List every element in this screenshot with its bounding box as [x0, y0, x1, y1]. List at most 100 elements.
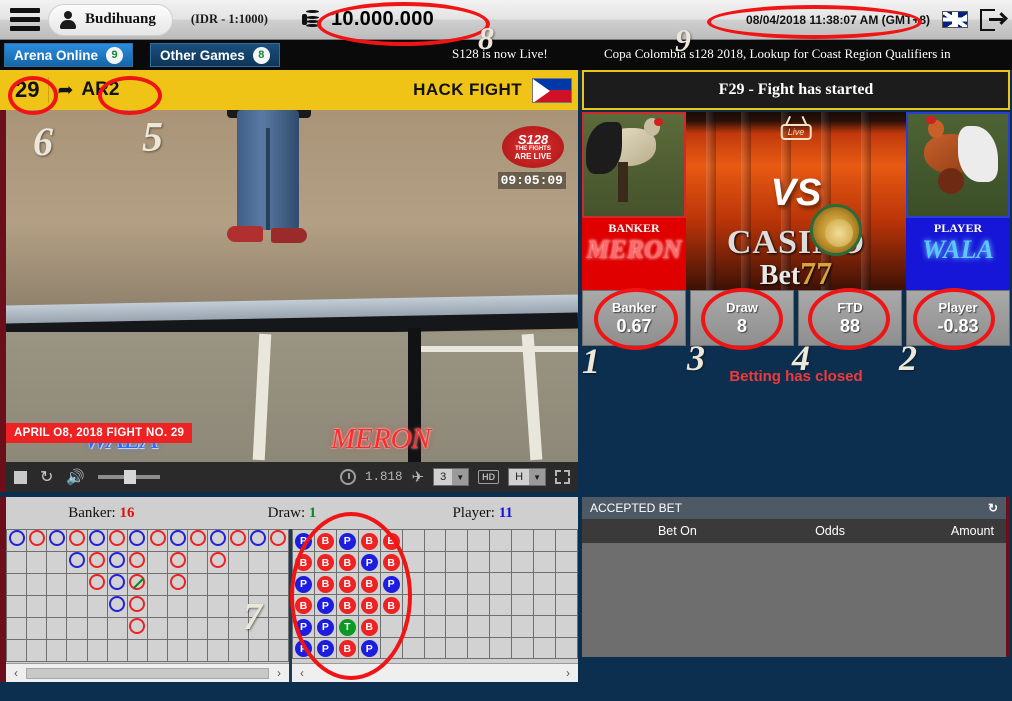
road-cell: [86, 529, 108, 552]
hamburger-menu-icon[interactable]: [0, 0, 44, 40]
road-marker-B: [169, 552, 186, 568]
road-cell: [66, 595, 88, 618]
road-cell: [267, 529, 290, 552]
tab-other-games[interactable]: Other Games 8: [150, 43, 280, 67]
road-cell: [187, 595, 209, 618]
road-cell: B: [335, 636, 359, 659]
road-cell: [5, 617, 28, 640]
banker-card[interactable]: BANKER MERON: [582, 112, 686, 290]
road-cell: [247, 551, 269, 574]
road-cell: [207, 551, 229, 574]
accepted-bet-panel: ACCEPTED BET ↻ Bet On Odds Amount: [582, 497, 1010, 657]
road-marker-P: [109, 574, 126, 590]
road-cell: [467, 550, 491, 573]
road-row: BPBBB: [292, 593, 578, 616]
road-cell: P: [335, 529, 359, 552]
road-marker-B: [28, 530, 45, 546]
quality-select[interactable]: H ▼: [508, 468, 546, 486]
road-cell: B: [335, 593, 359, 616]
road-cell: [5, 529, 28, 552]
road-cell: [46, 551, 68, 574]
bet-button-ftd[interactable]: FTD 88: [798, 290, 902, 346]
road-cell: [489, 615, 513, 638]
big-road-map[interactable]: ‹ ›: [5, 529, 292, 682]
replay-icon[interactable]: ↻: [40, 467, 53, 487]
bead-road-grid: PBPBBBBBPBPBBBPBPBBBPPTBPPBP: [292, 529, 578, 659]
tab-arena-online[interactable]: Arena Online 9: [4, 43, 134, 67]
chevron-left-icon[interactable]: ‹: [292, 666, 312, 680]
bet-button-banker[interactable]: Banker 0.67: [582, 290, 686, 346]
road-cell: [146, 617, 169, 640]
road-marker-B: [68, 530, 85, 546]
road-marker-P: P: [360, 554, 378, 571]
road-cell: [423, 615, 447, 638]
bead-road-scrollbar[interactable]: ‹ ›: [292, 663, 578, 682]
big-road-scroll-track[interactable]: [26, 667, 269, 679]
road-marker-T: [129, 574, 146, 590]
server-timestamp: 08/04/2018 11:38:07 AM (GMT+8): [746, 12, 930, 27]
ticker-live-message: S128 is now Live!: [452, 46, 548, 61]
vs-center-banner: Live VS CASINO Bet77: [686, 112, 906, 290]
road-cell: [423, 529, 447, 552]
road-cell: [106, 639, 128, 662]
refresh-icon[interactable]: ↻: [988, 501, 998, 515]
chevron-right-icon[interactable]: ›: [558, 666, 578, 680]
chevron-left-icon[interactable]: ‹: [6, 666, 26, 680]
road-cell: [227, 617, 249, 640]
chevron-right-icon[interactable]: ›: [269, 666, 289, 680]
big-road-scrollbar[interactable]: ‹ ›: [6, 663, 289, 682]
volume-slider[interactable]: [98, 470, 161, 484]
road-marker-B: B: [338, 554, 356, 571]
stat-player: Player: 11: [387, 505, 578, 522]
road-marker-B: [129, 596, 146, 612]
road-cell: P: [379, 572, 403, 595]
road-cell: [227, 529, 249, 552]
road-cell: [267, 639, 290, 662]
road-cell: B: [357, 593, 381, 616]
road-cell: [86, 595, 108, 618]
road-cell: [555, 529, 578, 552]
stream-select[interactable]: 3 ▼: [433, 468, 470, 486]
road-marker-B: [169, 574, 186, 590]
road-marker-B: [129, 618, 146, 634]
bead-road-map[interactable]: PBPBBBBBPBPBBBPBPBBBPPTBPPBP ‹ ›: [292, 529, 578, 682]
road-cell: [489, 550, 513, 573]
volume-icon[interactable]: 🔊: [66, 468, 85, 486]
road-marker-B: B: [316, 554, 334, 571]
road-cell: [227, 551, 249, 574]
banker-tag: BANKER: [608, 221, 660, 235]
road-cell: [401, 529, 425, 552]
road-marker-B: B: [360, 618, 378, 636]
hd-badge: HD: [478, 470, 500, 484]
logout-icon[interactable]: [980, 8, 1008, 32]
bet-button-draw[interactable]: Draw 8: [690, 290, 794, 346]
road-cell: [66, 551, 88, 574]
divider: [48, 77, 50, 103]
road-cell: [146, 639, 169, 662]
road-cell: [106, 551, 128, 574]
chevron-down-icon: ▼: [452, 469, 469, 485]
live-video-player[interactable]: WALA MERON APRIL O8, 2018 FIGHT NO. 29 S…: [0, 110, 578, 462]
road-marker-P: P: [294, 575, 312, 593]
fullscreen-icon[interactable]: [555, 470, 570, 484]
road-marker-P: P: [294, 618, 312, 636]
bet-button-player[interactable]: Player -0.83: [906, 290, 1010, 346]
bead-road-scroll-track[interactable]: [312, 668, 558, 679]
wifi-icon: ✈: [411, 469, 425, 486]
road-marker-B: [209, 552, 226, 568]
road-cell: [126, 617, 148, 640]
road-marker-P: [68, 552, 85, 568]
road-cell: [423, 572, 447, 595]
road-cell: B: [357, 529, 381, 552]
road-cell: [511, 593, 535, 616]
stop-icon[interactable]: [14, 470, 27, 484]
player-card[interactable]: PLAYER WALA: [906, 112, 1010, 290]
uk-flag-icon[interactable]: [942, 11, 968, 28]
bet-button-banker-value: 0.67: [616, 315, 652, 336]
road-marker-P: [48, 530, 65, 546]
currency-rate-label: (IDR - 1:1000): [190, 12, 268, 26]
arena-code: AR2: [81, 79, 120, 100]
road-cell: [66, 573, 88, 596]
stat-player-value: 11: [498, 504, 513, 521]
user-pill[interactable]: Budihuang: [48, 3, 173, 36]
